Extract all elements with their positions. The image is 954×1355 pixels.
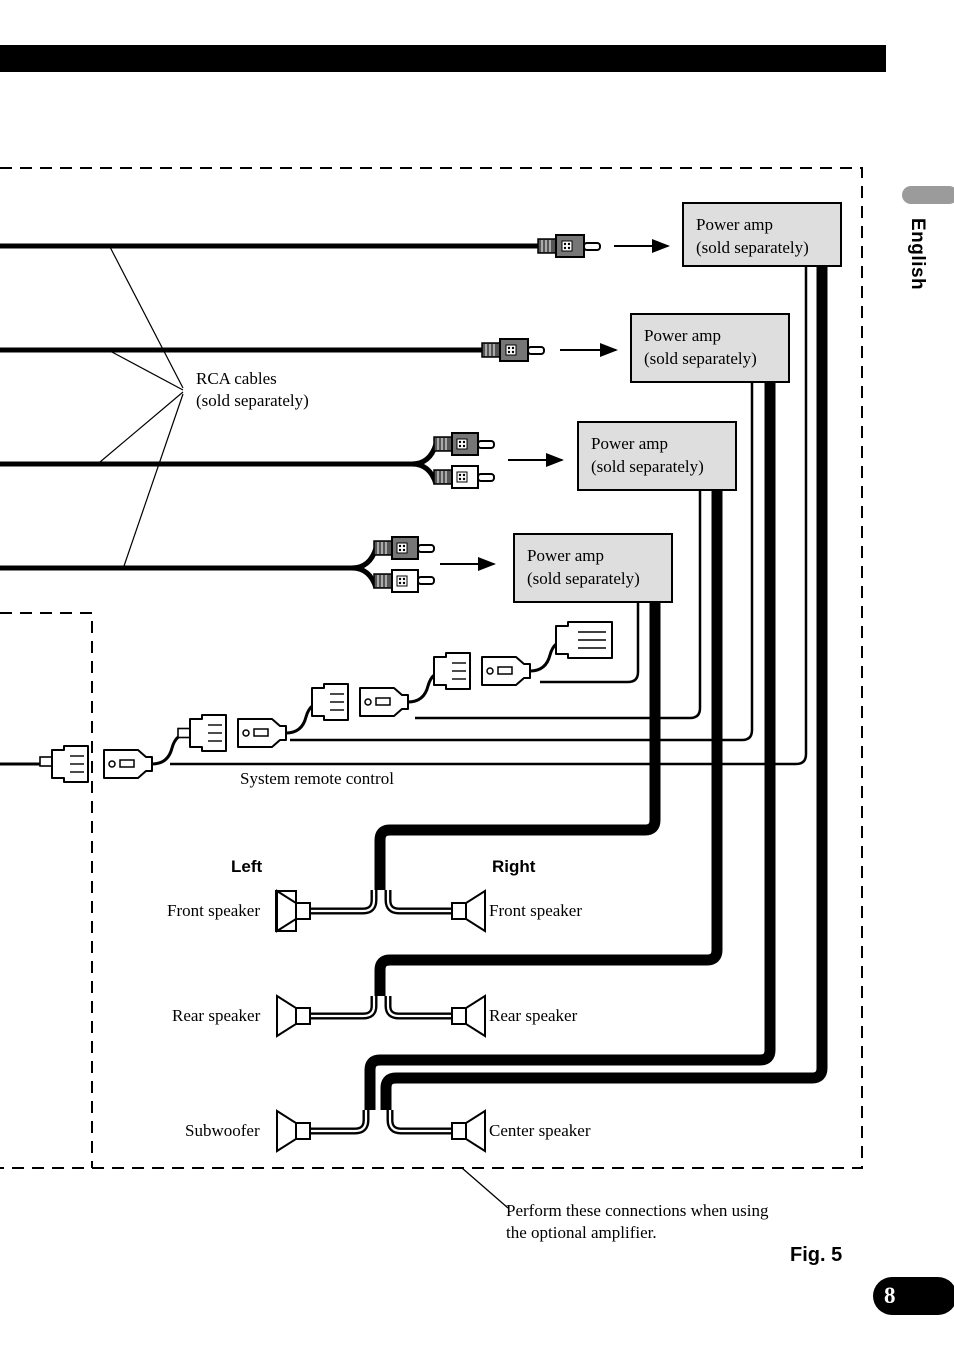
speaker-label-front-right: Front speaker [489,901,583,920]
footnote-line-1: Perform these connections when using [506,1201,769,1220]
speaker-rear-left [276,994,311,1038]
channel-label-right: Right [492,857,536,876]
system-remote-control-label: System remote control [240,769,394,788]
power-amp-box-1: Power amp (sold separately) [682,202,842,267]
speaker-front-right [451,889,486,933]
footnote-line-2: the optional amplifier. [506,1223,657,1242]
power-amp-note-4: (sold separately) [527,568,640,588]
speaker-center [451,1109,486,1153]
remote-connector-pair-0 [39,731,191,783]
speaker-label-rear-left: Rear speaker [172,1006,261,1025]
speaker-label-center: Center speaker [489,1121,591,1140]
power-amp-title-2: Power amp [644,326,721,345]
rca-cables-note: (sold separately) [196,391,309,410]
speaker-front-left [275,889,311,933]
rca-leader-2 [109,350,184,391]
rear-speaker-wires [310,996,452,1020]
power-amp-note-2: (sold separately) [644,348,757,368]
rca-pair-row4 [351,536,435,593]
figure-label: Fig. 5 [790,1244,843,1266]
speaker-label-subwoofer: Subwoofer [185,1121,260,1140]
page-number: 8 [884,1283,896,1308]
amp4-speaker-cable [374,603,661,890]
rca-leader-4 [123,393,184,567]
rca-cables-label: RCA cables [196,369,277,388]
remote-connector-pair-1 [177,700,325,752]
rca-pair-row3 [411,432,495,489]
amp2-speaker-cable [364,383,776,1110]
rca-plug-row2 [481,338,545,362]
power-amp-note-1: (sold separately) [696,237,809,257]
sub-center-speaker-wires [310,1110,452,1135]
footnote-leader-line [461,1167,509,1209]
rca-plug-row1 [537,234,601,258]
speaker-label-front-left: Front speaker [167,901,261,920]
power-amp-title-3: Power amp [591,434,668,453]
speaker-subwoofer [276,1109,311,1153]
rca-leader-1 [109,246,184,389]
power-amp-title-1: Power amp [696,215,773,234]
rca-leader-3 [99,391,184,463]
channel-label-left: Left [231,857,263,876]
speaker-rear-right [451,994,486,1038]
power-amp-box-3: Power amp (sold separately) [577,421,737,491]
front-speaker-wires [310,890,452,915]
power-amp-note-3: (sold separately) [591,456,704,476]
inner-dashed-boundary [0,612,93,1168]
remote-connector-pair-4 [555,621,613,659]
power-amp-box-4: Power amp (sold separately) [513,533,673,603]
manual-page: English RCA cables (sold separately) Pow… [0,0,954,1355]
power-amp-box-2: Power amp (sold separately) [630,313,790,383]
power-amp-title-4: Power amp [527,546,604,565]
speaker-label-rear-right: Rear speaker [489,1006,578,1025]
remote-connector-pair-2 [311,669,447,721]
